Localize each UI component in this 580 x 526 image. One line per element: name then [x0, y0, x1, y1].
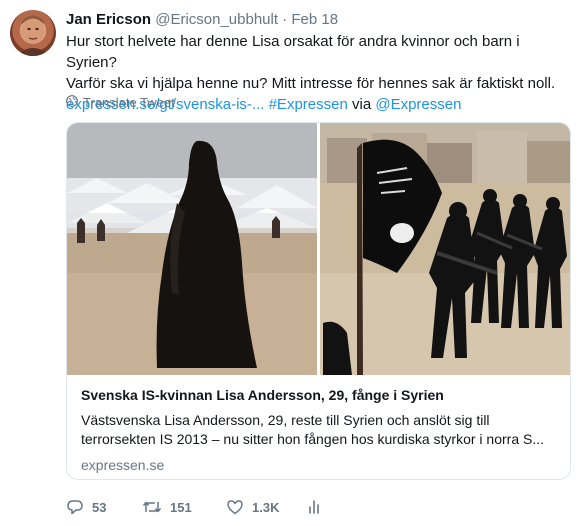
tweet-date[interactable]: Feb 18	[291, 11, 338, 28]
analytics-button[interactable]	[306, 498, 322, 516]
card-image	[67, 123, 570, 375]
author-name[interactable]: Jan Ericson	[66, 11, 151, 28]
card-description-line: terrorsekten IS 2013 – nu sitter hon fån…	[81, 431, 545, 447]
header-separator: ·	[282, 11, 288, 28]
author-handle[interactable]: @Ericson_ubbhult	[155, 11, 278, 28]
card-domain: expressen.se	[81, 457, 165, 473]
like-icon	[226, 498, 244, 516]
tweet-header: Jan Ericson @Ericson_ubbhult · Feb 18	[66, 11, 338, 29]
card-title: Svenska IS-kvinnan Lisa Andersson, 29, f…	[81, 387, 444, 403]
retweet-icon	[142, 498, 162, 516]
card-body: Svenska IS-kvinnan Lisa Andersson, 29, f…	[81, 385, 559, 473]
reply-button[interactable]: 53	[66, 498, 142, 516]
analytics-icon	[306, 498, 322, 516]
like-count: 1.3K	[252, 499, 280, 515]
globe-icon	[66, 95, 78, 110]
card-description-line: Västsvenska Lisa Andersson, 29, reste ti…	[81, 412, 490, 428]
retweet-button[interactable]: 151	[142, 498, 226, 516]
reply-icon	[66, 498, 84, 516]
via-text: via	[351, 96, 372, 113]
link-card[interactable]: Svenska IS-kvinnan Lisa Andersson, 29, f…	[66, 122, 571, 480]
tweet-text-line: Varför ska vi hjälpa henne nu? Mitt intr…	[66, 75, 556, 92]
retweet-count: 151	[170, 499, 192, 515]
tweet-text-line: Hur stort helvete har denne Lisa orsakat…	[66, 33, 520, 71]
translate-label: Translate Tweet	[83, 95, 175, 110]
hashtag-link[interactable]: #Expressen	[269, 96, 348, 113]
like-button[interactable]: 1.3K	[226, 498, 306, 516]
avatar[interactable]	[10, 10, 56, 56]
card-description: Västsvenska Lisa Andersson, 29, reste ti…	[81, 411, 559, 449]
tweet-actions: 53 151 1.3K	[66, 498, 322, 516]
mention-link[interactable]: @Expressen	[375, 96, 461, 113]
reply-count: 53	[92, 499, 107, 515]
translate-tweet-button[interactable]: Translate Tweet	[66, 95, 175, 110]
